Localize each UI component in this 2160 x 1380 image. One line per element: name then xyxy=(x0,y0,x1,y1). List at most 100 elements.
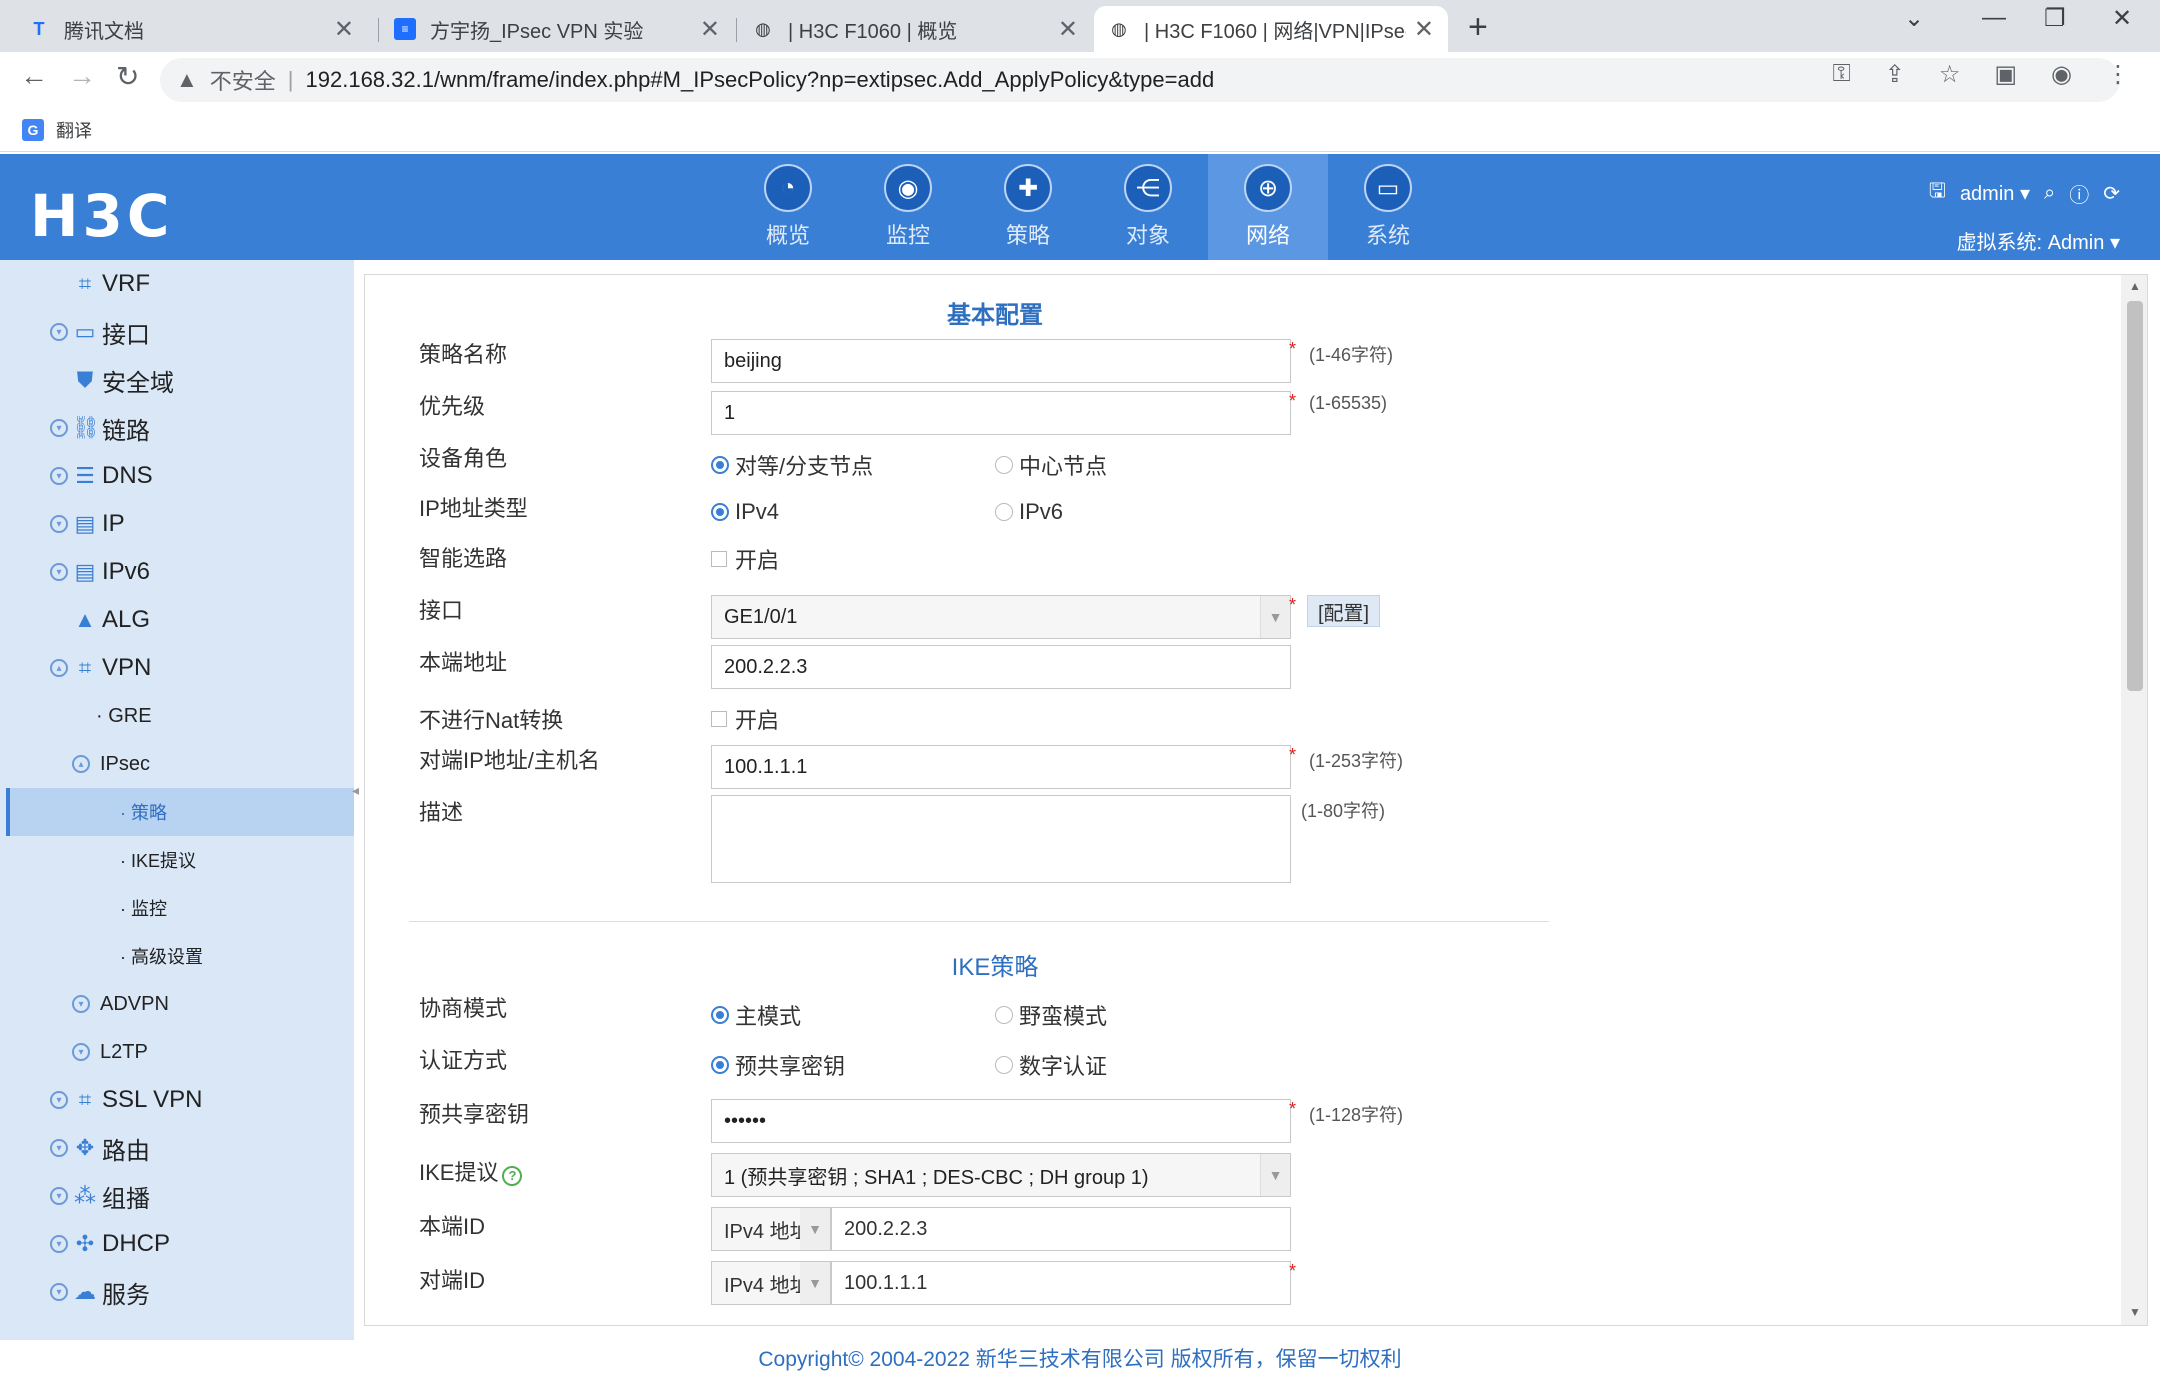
interface-select[interactable]: GE1/0/1 ▼ xyxy=(711,595,1291,639)
close-icon[interactable]: ✕ xyxy=(1414,15,1434,44)
menu-icon[interactable]: ⋮ xyxy=(2106,60,2130,89)
peer-id-input[interactable]: 100.1.1.1 xyxy=(831,1261,1291,1305)
role-peer-radio[interactable]: 对等/分支节点 xyxy=(711,449,873,481)
peer-addr-input[interactable]: 100.1.1.1 xyxy=(711,745,1291,789)
expand-icon[interactable]: ▾ xyxy=(50,323,68,341)
psk-radio[interactable]: 预共享密钥 xyxy=(711,1049,845,1081)
sidebar-item-dhcp[interactable]: ▾ ✣ DHCP xyxy=(50,1224,170,1264)
browser-tab[interactable]: ◍ | H3C F1060 | 概览 ✕ xyxy=(738,6,1092,52)
main-mode-radio[interactable]: 主模式 xyxy=(711,999,801,1031)
nav-network[interactable]: ⊕ 网络 xyxy=(1208,154,1328,260)
sidebar-item-alg[interactable]: ▲ ALG xyxy=(72,600,150,640)
nav-object[interactable]: ⋲ 对象 xyxy=(1088,154,1208,260)
chevron-down-icon[interactable]: ⌄ xyxy=(1904,4,1924,33)
close-icon[interactable]: ✕ xyxy=(1058,15,1078,44)
expand-icon[interactable]: ▾ xyxy=(50,419,68,437)
sidebar-collapse-handle[interactable]: ◂ xyxy=(352,782,362,812)
bookmark-translate[interactable]: 翻译 xyxy=(56,117,92,143)
expand-icon[interactable]: ▾ xyxy=(50,1283,68,1301)
desc-textarea[interactable] xyxy=(711,795,1291,883)
peer-id-type-select[interactable]: IPv4 地址 ▼ xyxy=(711,1261,831,1305)
vsys-selector[interactable]: 虚拟系统: Admin ▾ xyxy=(1929,226,2120,255)
sidebar-item-interface[interactable]: ▾ ▭ 接口 xyxy=(50,312,150,352)
key-icon[interactable]: ⚿ xyxy=(1832,60,1850,89)
nav-overview[interactable]: ◔ 概览 xyxy=(728,154,848,260)
close-icon[interactable]: ✕ xyxy=(700,15,720,44)
aggressive-mode-radio[interactable]: 野蛮模式 xyxy=(995,999,1107,1031)
search-icon[interactable]: ⌕ xyxy=(2044,182,2055,205)
save-icon[interactable]: 🖫 xyxy=(1929,176,1946,210)
sidebar-item-ipsec[interactable]: ▴ IPsec xyxy=(72,744,150,784)
chevron-down-icon[interactable]: ▼ xyxy=(1260,1154,1290,1196)
sidebar-item-service[interactable]: ▾ ☁ 服务 xyxy=(50,1272,150,1312)
url-text[interactable]: 192.168.32.1/wnm/frame/index.php#M_IPsec… xyxy=(306,67,1215,93)
scrollbar-thumb[interactable] xyxy=(2127,301,2143,691)
expand-icon[interactable]: ▾ xyxy=(50,515,68,533)
sidebar-item-gre[interactable]: · GRE xyxy=(96,696,152,736)
minimize-button[interactable]: — xyxy=(1982,4,2006,32)
ike-proposal-select[interactable]: 1 (预共享密钥 ; SHA1 ; DES-CBC ; DH group 1) ▼ xyxy=(711,1153,1291,1197)
ipv6-radio[interactable]: IPv6 xyxy=(995,499,1063,525)
expand-icon[interactable]: ▾ xyxy=(50,1235,68,1253)
sidebar-item-ipv6[interactable]: ▾ ▤ IPv6 xyxy=(50,552,150,592)
sidebar-icon[interactable]: ▣ xyxy=(1994,60,2017,89)
role-hub-radio[interactable]: 中心节点 xyxy=(995,449,1107,481)
back-button[interactable]: ← xyxy=(20,60,48,92)
no-nat-checkbox[interactable]: 开启 xyxy=(711,703,779,735)
chevron-down-icon[interactable]: ▼ xyxy=(800,1208,830,1250)
sidebar-item-advanced[interactable]: · 高级设置 xyxy=(120,936,203,976)
browser-tab[interactable]: ≡ 方宇扬_IPsec VPN 实验 ✕ xyxy=(380,6,734,52)
sidebar-item-dns[interactable]: ▾ ☰ DNS xyxy=(50,456,153,496)
expand-icon[interactable]: ▾ xyxy=(50,563,68,581)
sidebar-item-ssl-vpn[interactable]: ▾ ⌗ SSL VPN xyxy=(50,1080,203,1120)
help-icon[interactable]: ⓘ xyxy=(2069,179,2089,208)
nav-system[interactable]: ▭ 系统 xyxy=(1328,154,1448,260)
sidebar-item-routing[interactable]: ▾ ✥ 路由 xyxy=(50,1128,150,1168)
scroll-up-arrow[interactable]: ▲ xyxy=(2129,279,2141,293)
expand-icon[interactable]: ▾ xyxy=(50,467,68,485)
sidebar-item-vpn[interactable]: ▴ ⌗ VPN xyxy=(50,648,151,688)
smart-route-checkbox[interactable]: 开启 xyxy=(711,543,779,575)
sidebar-item-l2tp[interactable]: ▾ L2TP xyxy=(72,1032,148,1072)
avatar[interactable]: ◉ xyxy=(2051,60,2072,89)
sidebar-item-monitor[interactable]: · 监控 xyxy=(120,888,167,928)
sidebar-item-security-zone[interactable]: ⛊ 安全域 xyxy=(72,360,174,400)
share-icon[interactable]: ⇪ xyxy=(1885,60,1905,89)
browser-tab-active[interactable]: ◍ | H3C F1060 | 网络|VPN|IPsec|策 ✕ xyxy=(1094,6,1448,52)
expand-icon[interactable]: ▾ xyxy=(50,1091,68,1109)
new-tab-button[interactable]: + xyxy=(1468,8,1488,47)
scrollbar[interactable]: ▲ ▼ xyxy=(2121,275,2147,1325)
cert-radio[interactable]: 数字认证 xyxy=(995,1049,1107,1081)
scroll-down-arrow[interactable]: ▼ xyxy=(2129,1305,2141,1319)
restore-button[interactable]: ❐ xyxy=(2044,4,2066,33)
chevron-down-icon[interactable]: ▼ xyxy=(800,1262,830,1304)
logout-icon[interactable]: ⟳ xyxy=(2103,181,2120,206)
configure-button[interactable]: [配置] xyxy=(1307,595,1381,627)
priority-input[interactable]: 1 xyxy=(711,391,1291,435)
sidebar-item-advpn[interactable]: ▾ ADVPN xyxy=(72,984,169,1024)
nav-monitor[interactable]: ◉ 监控 xyxy=(848,154,968,260)
chevron-down-icon[interactable]: ▼ xyxy=(1260,596,1290,638)
ipv4-radio[interactable]: IPv4 xyxy=(711,499,779,525)
browser-tab[interactable]: T 腾讯文档 ✕ xyxy=(14,6,368,52)
local-id-input[interactable]: 200.2.2.3 xyxy=(831,1207,1291,1251)
forward-button[interactable]: → xyxy=(68,60,96,92)
close-icon[interactable]: ✕ xyxy=(334,15,354,44)
sidebar-item-policy[interactable]: · 策略 xyxy=(6,788,354,836)
help-icon[interactable]: ? xyxy=(502,1165,523,1186)
local-id-type-select[interactable]: IPv4 地址 ▼ xyxy=(711,1207,831,1251)
collapse-icon[interactable]: ▴ xyxy=(50,659,68,677)
collapse-icon[interactable]: ▴ xyxy=(72,755,90,773)
expand-icon[interactable]: ▾ xyxy=(50,1187,68,1205)
star-icon[interactable]: ☆ xyxy=(1939,60,1961,89)
reload-button[interactable]: ↻ xyxy=(116,60,139,93)
psk-input[interactable]: •••••• xyxy=(711,1099,1291,1143)
warning-icon[interactable]: ▲ xyxy=(176,67,198,93)
sidebar-item-ip[interactable]: ▾ ▤ IP xyxy=(50,504,125,544)
sidebar-item-link[interactable]: ▾ ⛓ 链路 xyxy=(50,408,150,448)
expand-icon[interactable]: ▾ xyxy=(72,1043,90,1061)
expand-icon[interactable]: ▾ xyxy=(72,995,90,1013)
close-window-button[interactable]: ✕ xyxy=(2112,4,2132,33)
expand-icon[interactable]: ▾ xyxy=(50,1139,68,1157)
policy-name-input[interactable]: beijing xyxy=(711,339,1291,383)
